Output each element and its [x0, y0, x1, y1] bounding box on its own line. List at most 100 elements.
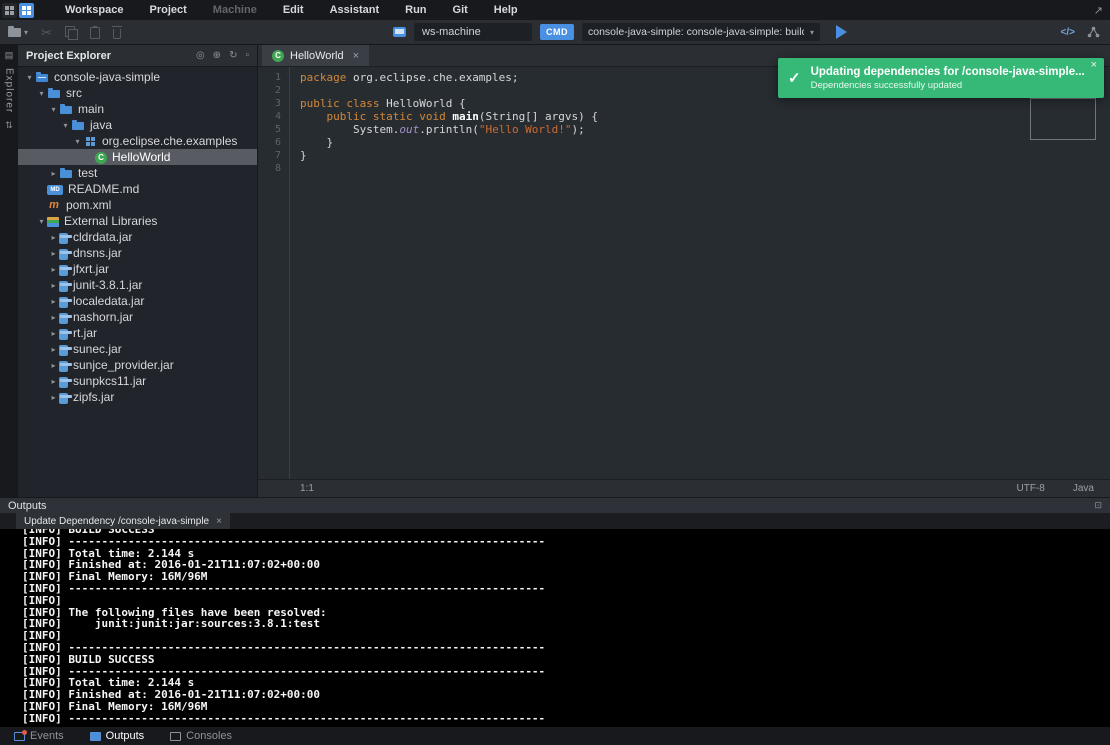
expand-window-icon[interactable]: ↗ [1094, 4, 1103, 17]
tree-item-java[interactable]: ▾java [18, 117, 257, 133]
tree-item-cldrdata-jar[interactable]: ▸cldrdata.jar [18, 229, 257, 245]
code-token: org.eclipse.che.examples; [346, 71, 518, 84]
tree-item-label: nashorn.jar [73, 310, 133, 324]
tree-item-label: sunjce_provider.jar [73, 358, 174, 372]
graph-icon[interactable] [1087, 26, 1100, 38]
tree-item-rt-jar[interactable]: ▸rt.jar [18, 325, 257, 341]
editor-tab-helloworld[interactable]: C HelloWorld × [262, 45, 369, 66]
console-output[interactable]: [INFO] BUILD SUCCESS[INFO] -------------… [0, 529, 1110, 727]
chevron-right-icon[interactable]: ▸ [48, 345, 59, 354]
command-selector[interactable]: console-java-simple: console-java-simple… [582, 23, 820, 41]
chevron-right-icon[interactable]: ▸ [48, 297, 59, 306]
chevron-down-icon[interactable]: ▾ [36, 217, 47, 226]
delete-icon[interactable] [113, 29, 121, 39]
tree-item-localedata-jar[interactable]: ▸localedata.jar [18, 293, 257, 309]
chevron-right-icon[interactable]: ▸ [48, 249, 59, 258]
chevron-right-icon[interactable]: ▸ [48, 281, 59, 290]
tree-item-main[interactable]: ▾ main [18, 101, 257, 117]
refresh-icon[interactable]: ↻ [229, 50, 237, 61]
code-token: public static void [300, 110, 452, 123]
paste-icon[interactable] [90, 27, 100, 39]
bottom-tab-events[interactable]: Events [14, 730, 64, 742]
chevron-right-icon[interactable]: ▸ [48, 393, 59, 402]
chevron-right-icon[interactable]: ▸ [48, 169, 59, 178]
chevron-down-icon[interactable]: ▾ [36, 89, 47, 98]
language-label: Java [1073, 483, 1094, 494]
tree-item-src[interactable]: ▾src [18, 85, 257, 101]
chevron-down-icon: ▾ [24, 28, 28, 37]
tree-item-readme-md[interactable]: MDREADME.md [18, 181, 257, 197]
copy-icon[interactable] [65, 26, 77, 39]
tree-item-dnsns-jar[interactable]: ▸dnsns.jar [18, 245, 257, 261]
menu-workspace[interactable]: Workspace [52, 0, 137, 20]
chevron-down-icon[interactable]: ▾ [60, 121, 71, 130]
menu-assistant[interactable]: Assistant [317, 0, 393, 20]
menu-git[interactable]: Git [440, 0, 481, 20]
outputs-icon [90, 732, 101, 741]
chevron-right-icon[interactable]: ▸ [48, 329, 59, 338]
chevron-right-icon[interactable]: ▸ [48, 377, 59, 386]
chevron-right-icon[interactable]: ▸ [48, 265, 59, 274]
class-icon: C [272, 50, 284, 62]
close-icon[interactable]: × [216, 516, 222, 527]
chevron-right-icon[interactable]: ▸ [48, 233, 59, 242]
tree-item-label: sunpkcs11.jar [73, 374, 146, 388]
tree-item-sunpkcs11-jar[interactable]: ▸ sunpkcs11.jar [18, 373, 257, 389]
tree-item-pom-xml[interactable]: mpom.xml [18, 197, 257, 213]
code-line: System.out.println("Hello World!"); [300, 123, 1110, 136]
editor-overview-box [1030, 98, 1096, 140]
bottom-tab-consoles[interactable]: Consoles [170, 730, 232, 742]
strip-menu-icon[interactable]: ▤ [5, 50, 14, 61]
menu-project[interactable]: Project [137, 0, 200, 20]
menu-help[interactable]: Help [481, 0, 531, 20]
close-icon[interactable]: × [1091, 59, 1097, 71]
project-actions-dropdown[interactable]: ▾ [8, 28, 28, 37]
cut-icon[interactable]: ✂ [41, 26, 52, 39]
output-tab-update-dependency[interactable]: Update Dependency /console-java-simple × [16, 513, 230, 529]
tree-item-test[interactable]: ▸test [18, 165, 257, 181]
tree-item-label: README.md [68, 182, 139, 196]
chevron-right-icon[interactable]: ▸ [48, 313, 59, 322]
code-icon[interactable]: </> [1061, 27, 1075, 38]
close-icon[interactable]: × [353, 50, 359, 62]
tree-item-jfxrt-jar[interactable]: ▸jfxrt.jar [18, 261, 257, 277]
menu-run[interactable]: Run [392, 0, 439, 20]
check-icon: ✓ [788, 69, 801, 87]
tree-item-sunec-jar[interactable]: ▸sunec.jar [18, 341, 257, 357]
bottom-tab-outputs[interactable]: Outputs [90, 730, 145, 742]
chevron-down-icon[interactable]: ▾ [24, 73, 35, 82]
app-logo[interactable] [2, 3, 34, 18]
code-token: public class [300, 97, 386, 110]
menu-edit[interactable]: Edit [270, 0, 317, 20]
tree-item-nashorn-jar[interactable]: ▸ nashorn.jar [18, 309, 257, 325]
tree-item-external-libraries[interactable]: ▾External Libraries [18, 213, 257, 229]
minimize-icon[interactable]: ⊡ [1094, 500, 1102, 511]
run-command-button[interactable] [836, 25, 847, 39]
project-tree[interactable]: ▾console-java-simple▾src▾main▾java▾org.e… [18, 67, 257, 405]
scope-icon[interactable]: ◎ [196, 50, 205, 61]
chevron-right-icon[interactable]: ▸ [48, 361, 59, 370]
chevron-down-icon[interactable]: ▾ [48, 105, 59, 114]
tree-item-helloworld[interactable]: CHelloWorld [18, 149, 257, 165]
code-token [300, 162, 307, 175]
tree-item-label: main [78, 102, 104, 116]
tree-item-org-eclipse-che-examples[interactable]: ▾org.eclipse.che.examples [18, 133, 257, 149]
events-icon [14, 732, 25, 741]
line-number: 7 [258, 149, 281, 162]
toolbar-command-group: ws-machine CMD console-java-simple: cons… [393, 20, 847, 44]
expand-all-icon[interactable]: ⊕ [213, 50, 221, 61]
encoding-label: UTF-8 [1017, 483, 1045, 494]
code-content[interactable]: package org.eclipse.che.examples; public… [290, 67, 1110, 479]
minimize-icon[interactable]: ▫ [245, 50, 249, 61]
editor-body[interactable]: 12345678 package org.eclipse.che.example… [258, 67, 1110, 479]
chevron-down-icon[interactable]: ▾ [72, 137, 83, 146]
jar-icon [59, 345, 68, 356]
machine-selector[interactable]: ws-machine [414, 23, 532, 41]
tree-item-sunjce-provider-jar[interactable]: ▸ sunjce_provider.jar [18, 357, 257, 373]
outputs-tabrow: Update Dependency /console-java-simple × [0, 513, 1110, 529]
tree-item-zipfs-jar[interactable]: ▸zipfs.jar [18, 389, 257, 405]
explorer-strip-label[interactable]: Explorer [4, 68, 15, 113]
tree-item-junit-3-8-1-jar[interactable]: ▸junit-3.8.1.jar [18, 277, 257, 293]
tree-item-console-java-simple[interactable]: ▾console-java-simple [18, 69, 257, 85]
swap-panel-icon[interactable]: ⇅ [5, 120, 13, 131]
